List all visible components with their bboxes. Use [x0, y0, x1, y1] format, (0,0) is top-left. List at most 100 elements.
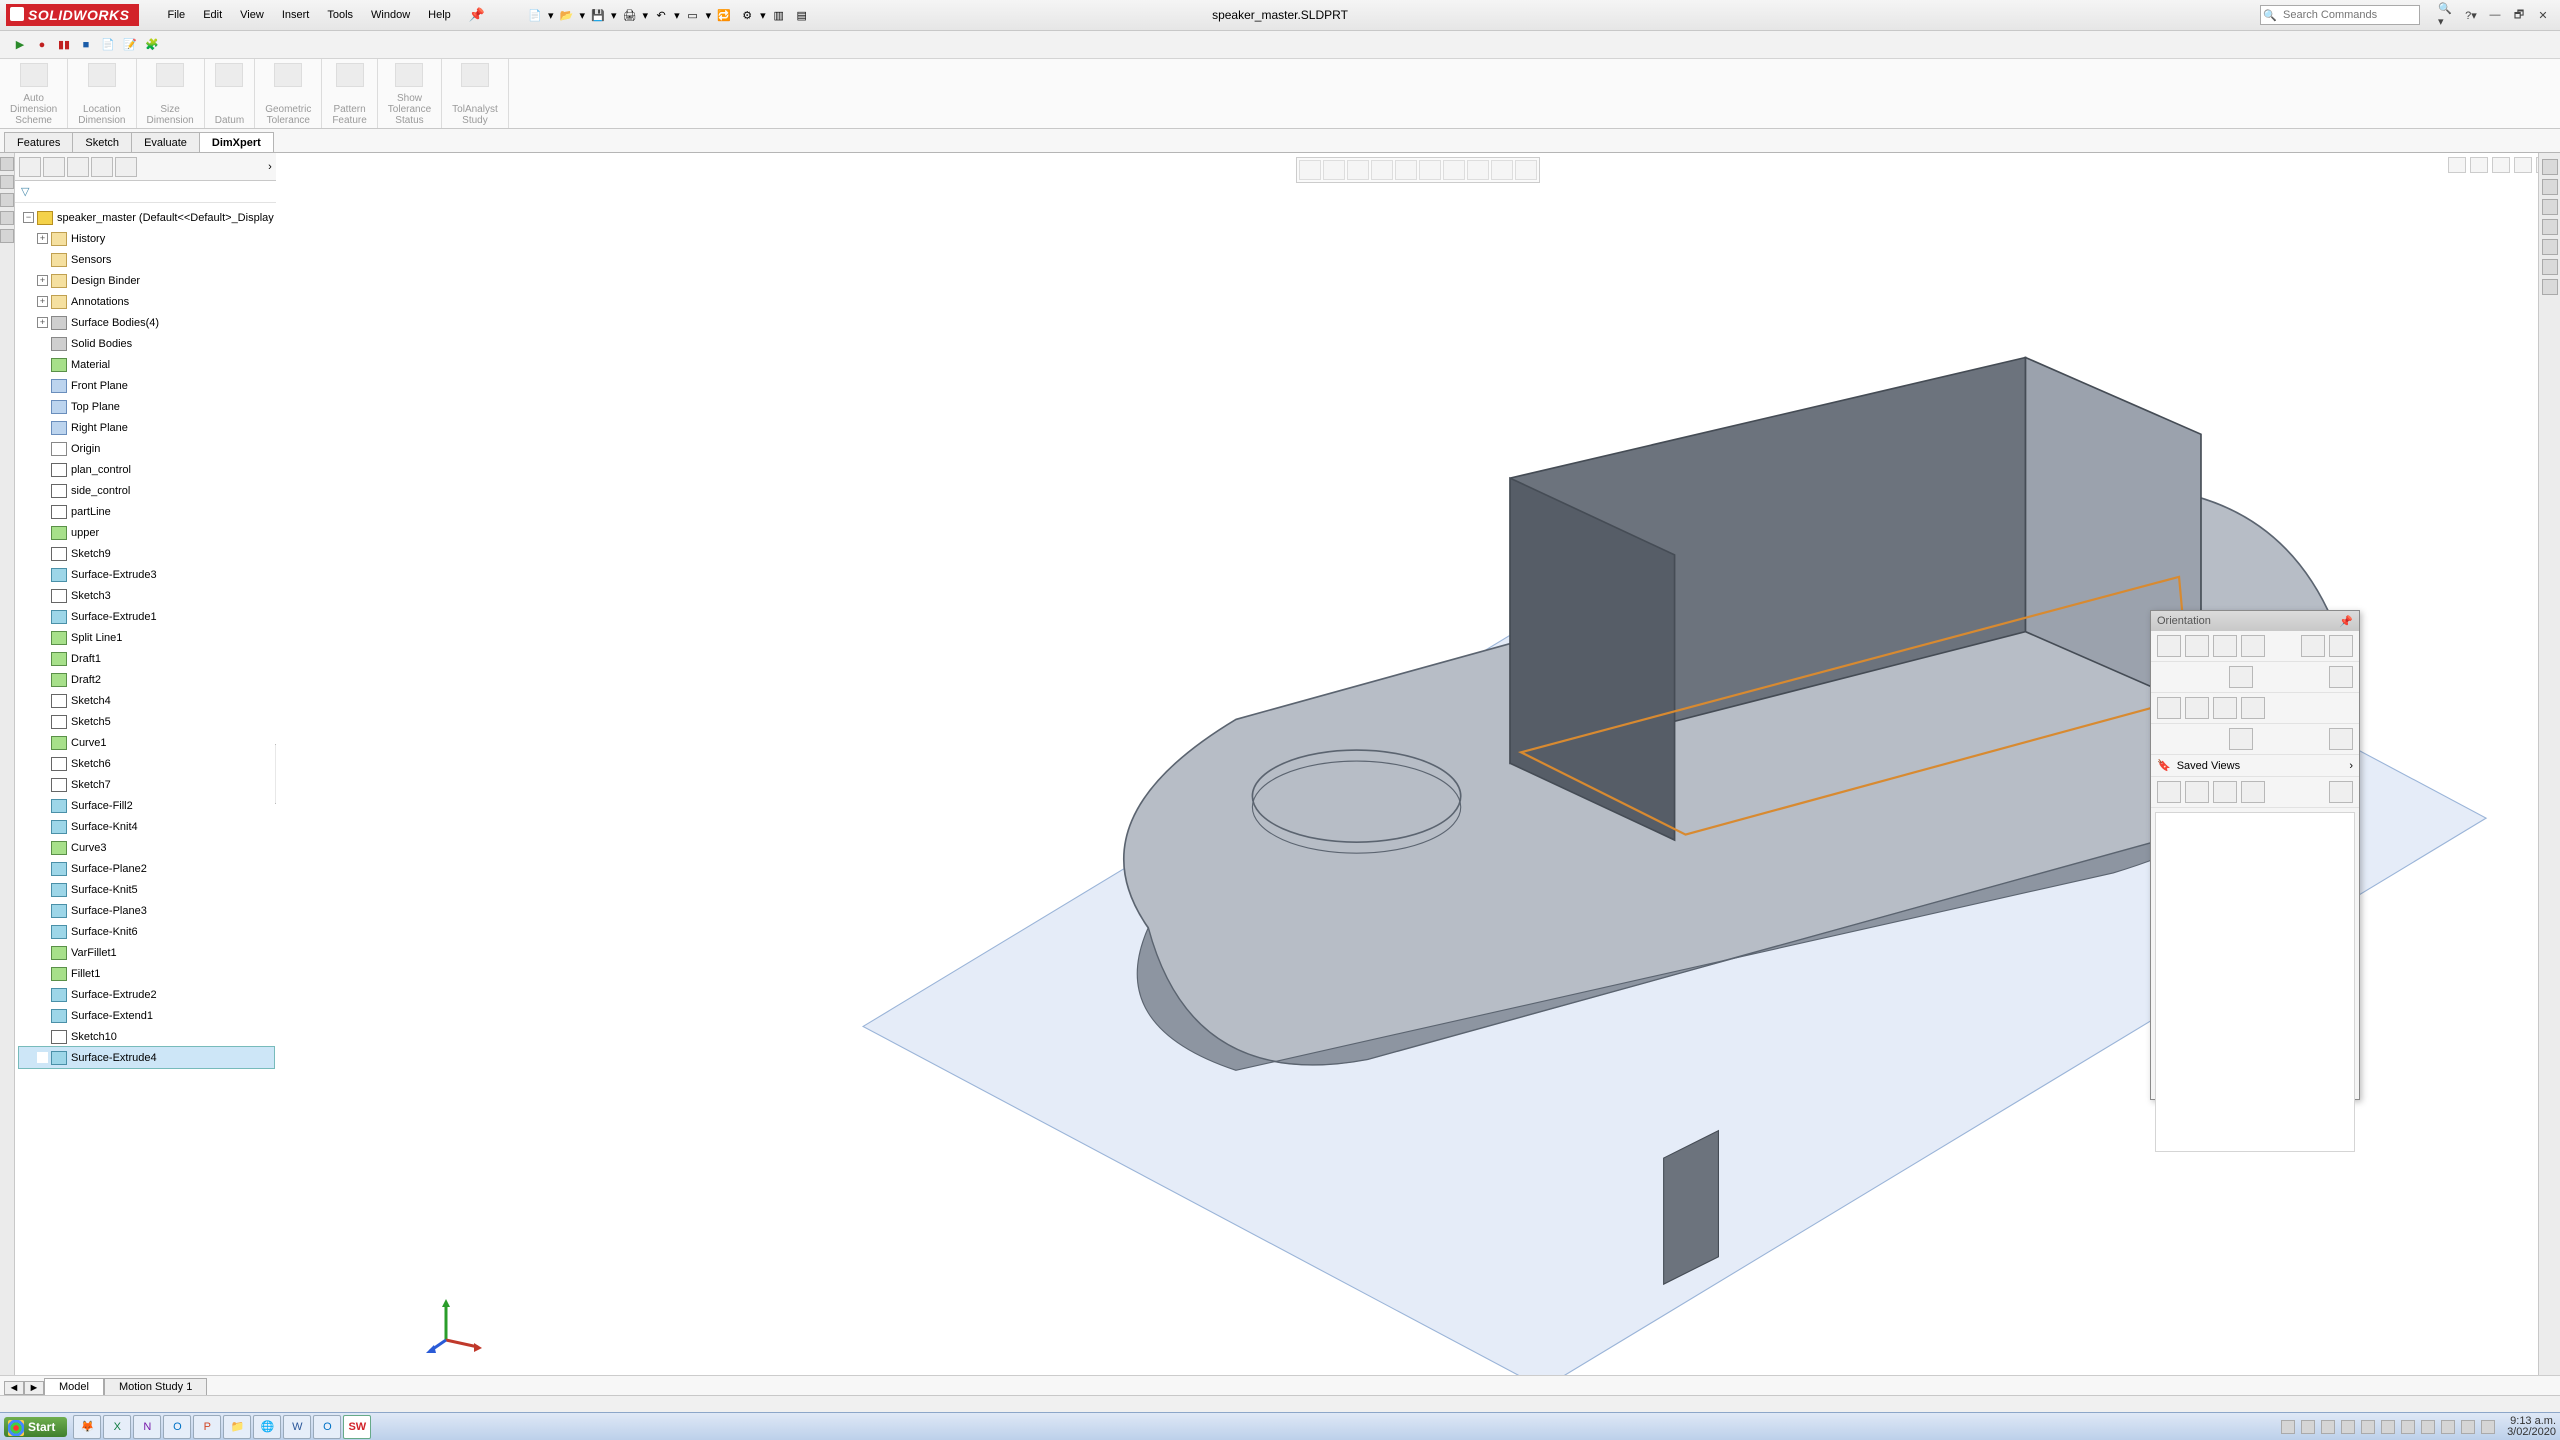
taskpane-home-icon[interactable] — [2542, 159, 2558, 175]
macro-play-icon[interactable]: ▶ — [12, 37, 28, 53]
tab-features[interactable]: Features — [4, 132, 73, 152]
expand-icon[interactable] — [37, 569, 48, 580]
close-button[interactable]: ✕ — [2534, 7, 2552, 23]
tree-node[interactable]: Surface-Extend1 — [19, 1005, 274, 1026]
menu-tools[interactable]: Tools — [319, 5, 361, 25]
orient-tool-2-icon[interactable] — [2185, 635, 2209, 657]
vp-tile-icon[interactable] — [2448, 157, 2466, 173]
tree-node[interactable]: Sketch5 — [19, 711, 274, 732]
expand-icon[interactable] — [37, 611, 48, 622]
fm-tab-dimxpert-icon[interactable] — [91, 157, 113, 177]
tree-node[interactable]: upper — [19, 522, 274, 543]
taskpane-appearances-icon[interactable] — [2542, 259, 2558, 275]
orient-iso-icon[interactable] — [2229, 666, 2253, 688]
orient-back-icon[interactable] — [2185, 697, 2209, 719]
expand-icon[interactable] — [37, 989, 48, 1000]
expand-icon[interactable] — [37, 485, 48, 496]
macro-stop-icon[interactable]: ■ — [78, 37, 94, 53]
vp-link-icon[interactable] — [2329, 781, 2353, 803]
side-tab-5[interactable] — [0, 229, 14, 243]
tray-icon[interactable] — [2381, 1420, 2395, 1434]
expand-icon[interactable] — [37, 779, 48, 790]
ribbon-size-dimension[interactable]: SizeDimension — [137, 59, 205, 128]
taskpane-custom-props-icon[interactable] — [2542, 279, 2558, 295]
layout2-button[interactable]: ▤ — [792, 5, 812, 25]
taskbar-solidworks-icon[interactable]: SW — [343, 1415, 371, 1439]
vp-2v-icon[interactable] — [2213, 781, 2237, 803]
side-tab-3[interactable] — [0, 193, 14, 207]
tree-node[interactable]: +Surface Bodies(4) — [19, 312, 274, 333]
taskbar-clock[interactable]: 9:13 a.m. 3/02/2020 — [2507, 1416, 2556, 1438]
tree-node[interactable]: Surface-Knit5 — [19, 879, 274, 900]
help-dropdown-icon[interactable]: ?▾ — [2462, 7, 2480, 23]
expand-icon[interactable] — [37, 674, 48, 685]
tray-icon[interactable] — [2421, 1420, 2435, 1434]
dropdown-icon[interactable]: ▾ — [674, 9, 680, 22]
taskbar-firefox-icon[interactable]: 🦊 — [73, 1415, 101, 1439]
orient-normal-icon[interactable] — [2329, 728, 2353, 750]
feature-manager-filter[interactable]: ▽ — [15, 181, 276, 203]
vp-min-icon[interactable] — [2492, 157, 2510, 173]
taskbar-powerpoint-icon[interactable]: P — [193, 1415, 221, 1439]
tree-node[interactable]: Curve1 — [19, 732, 274, 753]
expand-icon[interactable] — [37, 1010, 48, 1021]
dropdown-icon[interactable]: ▾ — [579, 9, 585, 22]
fm-tab-tree-icon[interactable] — [19, 157, 41, 177]
expand-icon[interactable] — [37, 821, 48, 832]
prev-view-icon[interactable] — [1347, 160, 1369, 180]
tree-node[interactable]: plan_control — [19, 459, 274, 480]
tree-node[interactable]: Curve3 — [19, 837, 274, 858]
expand-icon[interactable] — [37, 737, 48, 748]
taskbar-word-icon[interactable]: W — [283, 1415, 311, 1439]
menu-window[interactable]: Window — [363, 5, 418, 25]
expand-icon[interactable] — [37, 632, 48, 643]
doctab-prev-icon[interactable]: ◄ — [4, 1381, 24, 1395]
fm-expand-icon[interactable]: › — [268, 161, 272, 173]
vp-2h-icon[interactable] — [2185, 781, 2209, 803]
tree-node[interactable]: Surface-Extrude3 — [19, 564, 274, 585]
macro-extra-icon[interactable]: 🧩 — [144, 37, 160, 53]
vp-4-icon[interactable] — [2241, 781, 2265, 803]
zoom-fit-icon[interactable] — [1299, 160, 1321, 180]
orient-tool-1-icon[interactable] — [2157, 635, 2181, 657]
tree-node[interactable]: Material — [19, 354, 274, 375]
start-button[interactable]: Start — [4, 1417, 67, 1437]
zoom-area-icon[interactable] — [1323, 160, 1345, 180]
ribbon-show-tolerance[interactable]: ShowToleranceStatus — [378, 59, 442, 128]
tree-node[interactable]: Sketch4 — [19, 690, 274, 711]
tray-icon[interactable] — [2361, 1420, 2375, 1434]
taskpane-design-lib-icon[interactable] — [2542, 199, 2558, 215]
expand-icon[interactable] — [37, 380, 48, 391]
dropdown-icon[interactable]: ▾ — [760, 9, 766, 22]
orientation-dialog[interactable]: Orientation 📌 🔖 Saved Views › — [2150, 610, 2360, 1100]
orient-top-icon[interactable] — [2229, 728, 2253, 750]
side-tab-1[interactable] — [0, 157, 14, 171]
orient-tool-6-icon[interactable] — [2329, 635, 2353, 657]
orient-tool-4-icon[interactable] — [2241, 635, 2265, 657]
orient-right-icon[interactable] — [2241, 697, 2265, 719]
ribbon-geo-tolerance[interactable]: GeometricTolerance — [255, 59, 322, 128]
doctab-motion-study[interactable]: Motion Study 1 — [104, 1378, 207, 1395]
expand-icon[interactable] — [37, 926, 48, 937]
orient-tool-5-icon[interactable] — [2301, 635, 2325, 657]
options-button[interactable]: ⚙ — [737, 5, 757, 25]
vp-single-icon[interactable] — [2157, 781, 2181, 803]
tree-node[interactable]: Sensors — [19, 249, 274, 270]
search-commands[interactable]: 🔍 — [2260, 5, 2420, 25]
tree-node[interactable]: Draft1 — [19, 648, 274, 669]
tray-network-icon[interactable] — [2461, 1420, 2475, 1434]
orient-tool-3-icon[interactable] — [2213, 635, 2237, 657]
tree-node[interactable]: Surface-Plane2 — [19, 858, 274, 879]
menu-insert[interactable]: Insert — [274, 5, 318, 25]
dropdown-icon[interactable]: ▾ — [548, 9, 554, 22]
tree-node[interactable]: Fillet1 — [19, 963, 274, 984]
ribbon-location-dimension[interactable]: LocationDimension — [68, 59, 136, 128]
tray-icon[interactable] — [2341, 1420, 2355, 1434]
tree-node[interactable]: Surface-Knit6 — [19, 921, 274, 942]
tree-node[interactable]: Surface-Extrude2 — [19, 984, 274, 1005]
view-orient-icon[interactable] — [1395, 160, 1417, 180]
expand-icon[interactable] — [37, 506, 48, 517]
tree-root[interactable]: − speaker_master (Default<<Default>_Disp… — [19, 207, 274, 228]
expand-icon[interactable]: − — [23, 212, 34, 223]
vp-tile2-icon[interactable] — [2470, 157, 2488, 173]
